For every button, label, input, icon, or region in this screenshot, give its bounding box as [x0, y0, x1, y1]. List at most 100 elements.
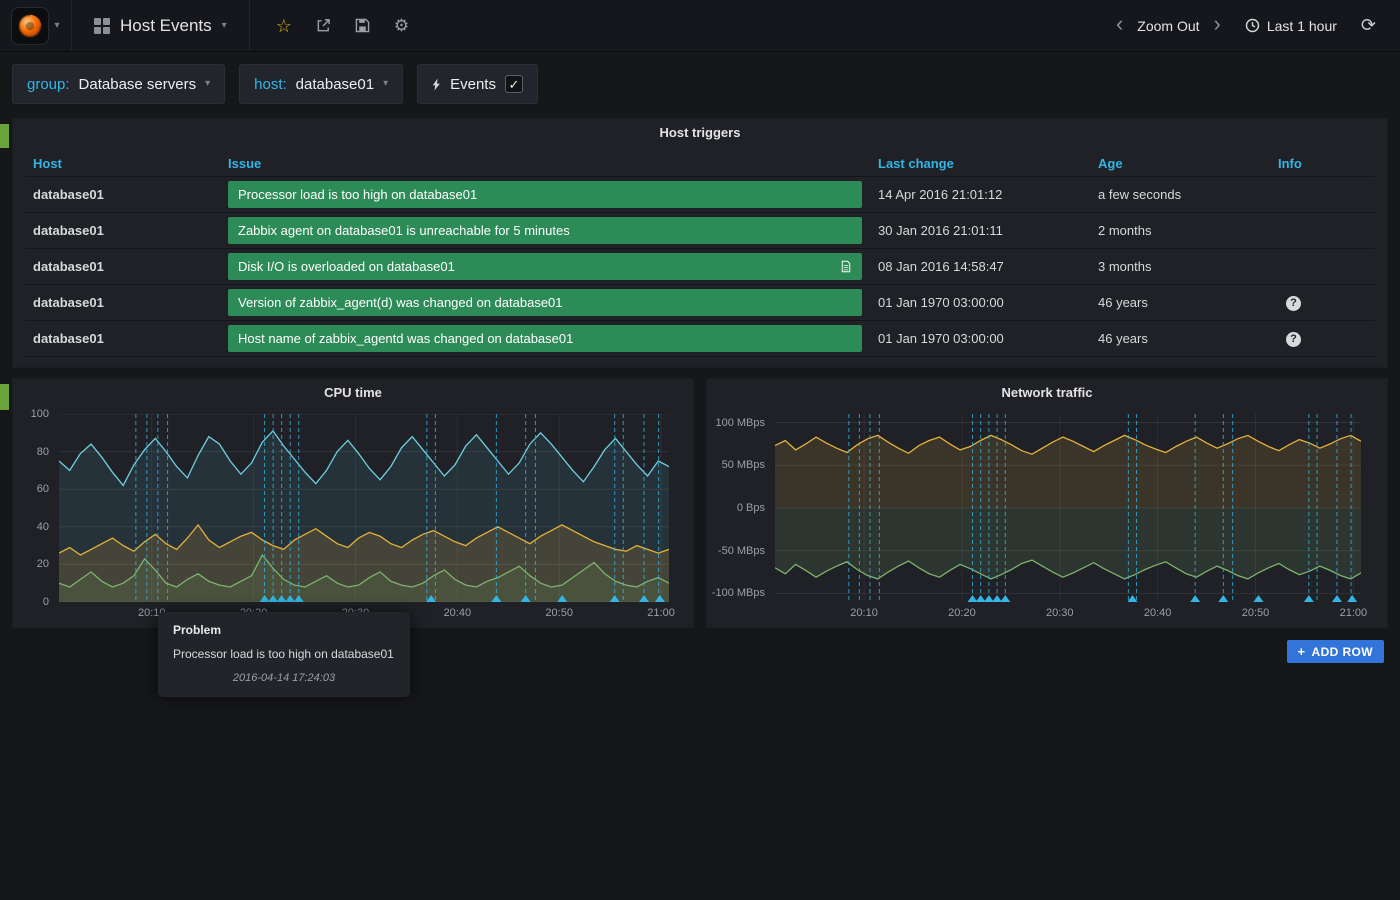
y-axis-tick-label: -100 MBps	[712, 587, 765, 599]
template-var-host[interactable]: host: database01 ▾	[239, 64, 403, 104]
last-change-cell: 01 Jan 1970 03:00:00	[870, 321, 1090, 357]
column-header-issue[interactable]: Issue	[220, 151, 870, 177]
issue-badge[interactable]: Host name of zabbix_agentd was changed o…	[228, 325, 862, 352]
share-dashboard-button[interactable]	[316, 18, 331, 33]
template-var-group[interactable]: group: Database servers ▾	[12, 64, 225, 104]
issue-badge[interactable]: Disk I/O is overloaded on database01	[228, 253, 862, 280]
chevron-down-icon: ▾	[383, 79, 388, 89]
help-icon[interactable]: ?	[1286, 332, 1301, 347]
x-axis-tick-label: 20:10	[850, 607, 878, 619]
time-controls: ‹ Zoom Out › Last 1 hour ⟳	[1116, 15, 1400, 36]
dashboard-grid-icon	[94, 18, 110, 34]
table-row: database01 Processor load is too high on…	[25, 177, 1375, 213]
column-header-host[interactable]: Host	[25, 151, 220, 177]
y-axis-tick-label: -50 MBps	[718, 545, 765, 557]
annotation-tooltip: Problem Processor load is too high on da…	[158, 612, 410, 697]
issue-badge[interactable]: Version of zabbix_agent(d) was changed o…	[228, 289, 862, 316]
x-axis-tick-label: 20:30	[1046, 607, 1074, 619]
row-handle[interactable]	[0, 124, 9, 148]
info-cell: ?	[1270, 321, 1375, 357]
panel-title-cpu-time[interactable]: CPU time	[13, 379, 693, 407]
cpu-chart-plot-area[interactable]	[59, 414, 669, 602]
host-cell: database01	[25, 285, 220, 321]
issue-badge[interactable]: Processor load is too high on database01	[228, 181, 862, 208]
dashboard-picker[interactable]: Host Events ▾	[72, 0, 250, 51]
row-handle[interactable]	[0, 384, 9, 410]
settings-gear-icon[interactable]: ⚙	[394, 17, 409, 34]
y-axis-tick-label: 20	[37, 558, 49, 570]
y-axis-tick-label: 0	[43, 596, 49, 608]
save-icon	[355, 18, 370, 33]
last-change-cell: 01 Jan 1970 03:00:00	[870, 285, 1090, 321]
age-cell: 46 years	[1090, 285, 1270, 321]
zoom-out-button[interactable]: Zoom Out	[1137, 18, 1199, 34]
time-shift-back-icon[interactable]: ‹	[1116, 13, 1123, 35]
time-range-label: Last 1 hour	[1267, 18, 1337, 34]
star-dashboard-button[interactable]: ☆	[276, 17, 292, 35]
info-cell	[1270, 213, 1375, 249]
add-row-button[interactable]: + ADD ROW	[1287, 640, 1384, 663]
y-axis-tick-label: 80	[37, 446, 49, 458]
add-row-label: ADD ROW	[1312, 645, 1373, 659]
y-axis-tick-label: 100 MBps	[715, 417, 765, 429]
chart-canvas	[775, 414, 1361, 602]
grafana-main-menu[interactable]: ▾	[0, 0, 72, 51]
issue-text: Processor load is too high on database01	[238, 187, 477, 202]
table-row: database01 Zabbix agent on database01 is…	[25, 213, 1375, 249]
group-label: group:	[27, 76, 70, 93]
network-chart-plot-area[interactable]	[775, 414, 1361, 602]
time-range-picker[interactable]: Last 1 hour	[1245, 18, 1337, 34]
x-axis-tick-label: 20:20	[948, 607, 976, 619]
x-axis-tick-label: 20:40	[444, 607, 472, 619]
host-value: database01	[296, 76, 374, 93]
events-checkbox[interactable]: ✓	[505, 75, 523, 93]
last-change-cell: 08 Jan 2016 14:58:47	[870, 249, 1090, 285]
help-icon[interactable]: ?	[1286, 296, 1301, 311]
cpu-time-panel: CPU time 020406080100 20:1020:2020:3020:…	[12, 378, 694, 628]
cpu-time-chart: 020406080100 20:1020:2020:3020:4020:5021…	[13, 407, 693, 627]
x-axis: 20:1020:2020:3020:4020:5021:00	[775, 604, 1361, 620]
save-dashboard-button[interactable]	[355, 18, 370, 33]
navbar: ▾ Host Events ▾ ☆ ⚙ ‹ Zoom Out ›	[0, 0, 1400, 52]
last-change-cell: 14 Apr 2016 21:01:12	[870, 177, 1090, 213]
plus-icon: +	[1298, 644, 1306, 659]
last-change-cell: 30 Jan 2016 21:01:11	[870, 213, 1090, 249]
column-header-age[interactable]: Age	[1090, 151, 1270, 177]
table-row: database01 Host name of zabbix_agentd wa…	[25, 321, 1375, 357]
age-cell: 3 months	[1090, 249, 1270, 285]
table-row: database01 Disk I/O is overloaded on dat…	[25, 249, 1375, 285]
chevron-down-icon: ▾	[205, 79, 210, 89]
age-cell: a few seconds	[1090, 177, 1270, 213]
tooltip-time: 2016-04-14 17:24:03	[173, 672, 395, 684]
host-triggers-panel: Host triggers Host Issue Last change Age…	[12, 118, 1388, 368]
issue-text: Host name of zabbix_agentd was changed o…	[238, 331, 573, 346]
age-cell: 2 months	[1090, 213, 1270, 249]
panel-title-network-traffic[interactable]: Network traffic	[707, 379, 1387, 407]
document-icon[interactable]	[840, 260, 852, 273]
refresh-icon[interactable]: ⟳	[1361, 15, 1376, 36]
column-header-last-change[interactable]: Last change	[870, 151, 1090, 177]
host-label: host:	[254, 76, 287, 93]
y-axis-tick-label: 0 Bps	[737, 502, 765, 514]
info-cell	[1270, 177, 1375, 213]
y-axis-tick-label: 40	[37, 521, 49, 533]
lightning-icon	[432, 77, 441, 92]
age-cell: 46 years	[1090, 321, 1270, 357]
time-shift-forward-icon[interactable]: ›	[1214, 13, 1221, 35]
y-axis: -100 MBps-50 MBps0 Bps50 MBps100 MBps	[707, 414, 771, 602]
info-cell	[1270, 249, 1375, 285]
panel-title-host-triggers[interactable]: Host triggers	[13, 119, 1387, 147]
info-cell: ?	[1270, 285, 1375, 321]
network-traffic-chart: -100 MBps-50 MBps0 Bps50 MBps100 MBps 20…	[707, 407, 1387, 627]
chevron-down-icon: ▾	[222, 21, 227, 31]
column-header-info[interactable]: Info	[1270, 151, 1375, 177]
x-axis-tick-label: 21:00	[647, 607, 675, 619]
table-header-row: Host Issue Last change Age Info	[25, 151, 1375, 177]
dashboard-title: Host Events	[120, 16, 212, 36]
host-cell: database01	[25, 213, 220, 249]
template-variables-row: group: Database servers ▾ host: database…	[12, 64, 538, 104]
issue-badge[interactable]: Zabbix agent on database01 is unreachabl…	[228, 217, 862, 244]
y-axis-tick-label: 60	[37, 483, 49, 495]
network-traffic-panel: Network traffic -100 MBps-50 MBps0 Bps50…	[706, 378, 1388, 628]
events-toggle[interactable]: Events ✓	[417, 64, 538, 104]
